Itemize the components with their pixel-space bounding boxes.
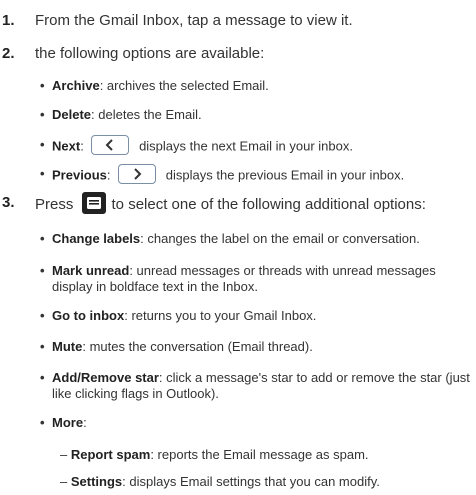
description: : deletes the Email.: [91, 107, 202, 122]
sub-item-settings: – Settings: displays Email settings that…: [60, 474, 380, 490]
term: Archive: [52, 78, 100, 93]
term: Add/Remove star: [52, 370, 159, 385]
bullet-glyph: •: [40, 137, 45, 152]
description: : mutes the conversation (Email thread).: [82, 339, 313, 354]
bullet-glyph: •: [40, 370, 45, 385]
term: Previous: [52, 167, 107, 183]
step-text: the following options are available:: [35, 45, 265, 62]
term: Mute: [52, 339, 83, 354]
step-number: 3.: [2, 194, 15, 211]
step-text-after: to select one of the following additiona…: [111, 195, 426, 213]
chevron-right-icon: [118, 164, 157, 184]
menu-key-icon: [81, 192, 106, 214]
description: : displays Email settings that you can m…: [122, 474, 380, 489]
bullet-glyph: •: [40, 166, 45, 181]
term: More: [52, 415, 84, 430]
step-number: 1.: [2, 12, 15, 29]
bullet-glyph: •: [40, 308, 45, 323]
dash-glyph: –: [60, 474, 68, 489]
bullet-glyph: •: [40, 107, 45, 122]
bullet-glyph: •: [40, 78, 45, 93]
description: :: [80, 138, 84, 154]
term: Change labels: [52, 231, 141, 246]
chevron-left-icon: [91, 135, 130, 155]
step-number: 2.: [2, 45, 15, 62]
bullet-glyph: •: [40, 415, 45, 430]
description: : returns you to your Gmail Inbox.: [124, 308, 317, 323]
description-after: displays the next Email in your inbox.: [139, 138, 353, 154]
term: Mark unread: [52, 263, 130, 278]
dash-glyph: –: [60, 447, 68, 462]
term: Settings: [70, 474, 123, 489]
bullet-glyph: •: [40, 263, 45, 278]
description: : changes the label on the email or conv…: [140, 231, 420, 246]
description: :: [83, 415, 87, 430]
manual-page: 1. From the Gmail Inbox, tap a message t…: [0, 0, 476, 495]
term: Next: [52, 138, 81, 154]
description: : reports the Email message as spam.: [150, 447, 369, 462]
term: Report spam: [70, 447, 151, 462]
term: Delete: [52, 107, 92, 122]
term: Go to inbox: [52, 308, 125, 323]
step-text: From the Gmail Inbox, tap a message to v…: [35, 12, 353, 29]
step-text-before: Press: [35, 195, 74, 213]
sub-item-report-spam: – Report spam: reports the Email message…: [60, 447, 369, 463]
description: : archives the selected Email.: [99, 78, 269, 93]
bullet-glyph: •: [40, 339, 45, 354]
bullet-glyph: •: [40, 231, 45, 246]
description-after: displays the previous Email in your inbo…: [165, 167, 405, 183]
description: :: [106, 167, 111, 183]
